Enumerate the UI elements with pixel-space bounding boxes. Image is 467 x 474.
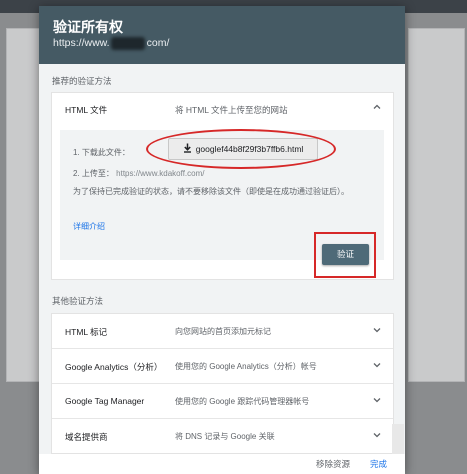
background-card-right: [408, 28, 465, 382]
method-description: 将 DNS 记录与 Google 关联: [175, 432, 275, 441]
property-url-start: https://www.: [53, 37, 110, 49]
step-download-label: 1. 下载此文件：: [73, 148, 130, 157]
chevron-down-icon[interactable]: [371, 325, 383, 337]
method-name: Google Analytics（分析）: [65, 362, 163, 372]
method-description: 使用您的 Google Analytics（分析）帐号: [175, 362, 317, 371]
chevron-down-icon[interactable]: [371, 430, 383, 442]
method-name: Google Tag Manager: [65, 396, 145, 406]
keep-file-note: 为了保持已完成验证的状态，请不要移除该文件（即使是在成功通过验证后）。: [73, 187, 349, 196]
chevron-up-icon[interactable]: [371, 102, 383, 114]
step-upload: 2. 上传至： https://www.kdakoff.com/: [73, 168, 204, 179]
html-file-method-header[interactable]: HTML 文件 将 HTML 文件上传至您的网站: [52, 93, 393, 127]
recommended-section-label: 推荐的验证方法: [52, 76, 112, 86]
method-row-tag-manager[interactable]: Google Tag Manager 使用您的 Google 跟踪代码管理器帐号: [52, 384, 393, 419]
done-button[interactable]: 完成: [370, 458, 387, 470]
chevron-down-icon[interactable]: [371, 395, 383, 407]
method-name: 域名提供商: [65, 432, 108, 442]
verify-ownership-dialog: 验证所有权 https://www. com/ 推荐的验证方法 HTML 文件 将…: [39, 6, 405, 474]
verify-button[interactable]: 验证: [322, 244, 369, 265]
upload-url: https://www.kdakoff.com/: [116, 169, 205, 178]
dialog-header: 验证所有权 https://www. com/: [39, 6, 405, 64]
method-name: HTML 标记: [65, 327, 108, 337]
method-description: 向您网站的首页添加元标记: [175, 327, 271, 336]
method-description: 将 HTML 文件上传至您的网站: [175, 105, 288, 115]
other-methods-list: HTML 标记 向您网站的首页添加元标记 Google Analytics（分析…: [51, 313, 394, 454]
remove-property-button[interactable]: 移除资源: [316, 458, 350, 470]
property-url-end: com/: [146, 37, 170, 49]
scroll-hint: [392, 424, 404, 454]
method-row-google-analytics[interactable]: Google Analytics（分析） 使用您的 Google Analyti…: [52, 349, 393, 384]
annotation-ellipse: [146, 129, 336, 169]
method-description: 使用您的 Google 跟踪代码管理器帐号: [175, 397, 310, 406]
dialog-title: 验证所有权: [53, 19, 123, 35]
method-row-html-tag[interactable]: HTML 标记 向您网站的首页添加元标记: [52, 314, 393, 349]
chevron-down-icon[interactable]: [371, 360, 383, 372]
method-row-domain-provider[interactable]: 域名提供商 将 DNS 记录与 Google 关联: [52, 419, 393, 453]
learn-more-link[interactable]: 详细介绍: [73, 221, 105, 232]
method-name: HTML 文件: [65, 105, 108, 115]
step-upload-label: 2. 上传至：: [73, 169, 114, 178]
redacted-domain: [111, 37, 145, 50]
other-methods-section-label: 其他验证方法: [52, 296, 104, 306]
dialog-footer: 移除资源 完成: [39, 454, 405, 474]
